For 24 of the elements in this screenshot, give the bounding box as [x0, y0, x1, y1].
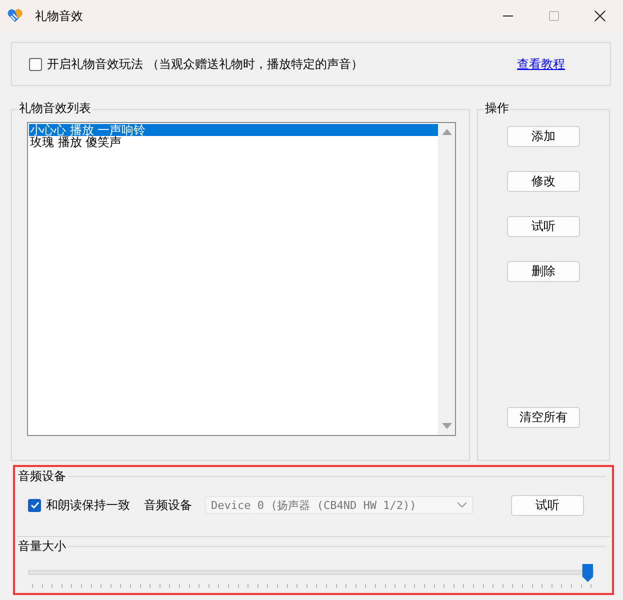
tutorial-link[interactable]: 查看教程: [517, 56, 565, 72]
list-item[interactable]: 小心心 播放 一声响铃: [29, 124, 438, 136]
action-button[interactable]: 修改: [507, 171, 580, 192]
group-title: 礼物音效列表: [18, 100, 92, 116]
list-item[interactable]: 玫瑰 播放 傻笑声: [29, 136, 438, 148]
section-title: 音量大小: [18, 538, 66, 554]
test-button[interactable]: 试听: [511, 494, 584, 516]
scroll-up-icon[interactable]: [442, 129, 452, 135]
checkbox[interactable]: [29, 58, 42, 70]
checkbox[interactable]: [28, 498, 41, 512]
action-button[interactable]: 删除: [507, 261, 580, 282]
window-title: 礼物音效: [35, 8, 83, 24]
group-title: 操作: [484, 100, 510, 116]
checkbox-label[interactable]: 开启礼物音效玩法 （当观众赠送礼物时，播放特定的声音）: [47, 56, 363, 72]
clear-all-button[interactable]: 清空所有: [507, 407, 580, 428]
action-button[interactable]: 添加: [507, 126, 580, 147]
section-title: 音频设备: [18, 468, 66, 484]
field-label: 音频设备: [144, 496, 192, 514]
caret-icon: [457, 502, 467, 508]
checkbox-label[interactable]: 和朗读保持一致: [46, 496, 130, 514]
heart-logo-icon: [7, 8, 23, 24]
action-button[interactable]: 试听: [507, 216, 580, 237]
scroll-down-icon[interactable]: [442, 423, 452, 429]
slider-thumb[interactable]: [582, 564, 594, 582]
